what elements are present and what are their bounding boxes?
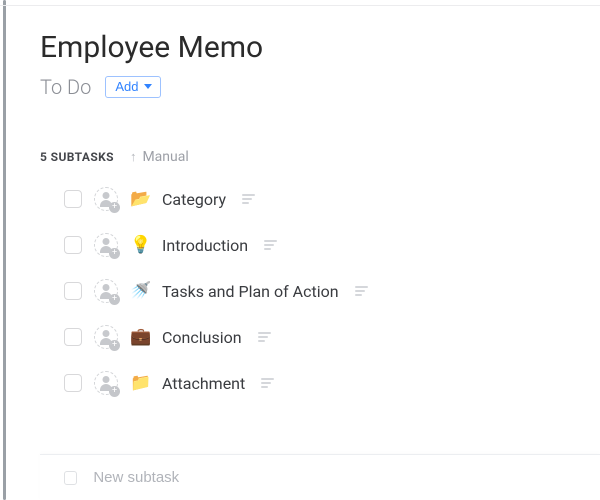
new-subtask-bar[interactable] — [40, 454, 600, 500]
sort-mode-label: Manual — [142, 149, 188, 165]
subtask-title[interactable]: Conclusion — [162, 328, 242, 347]
subtask-row[interactable]: + 💡 Introduction — [64, 233, 576, 257]
folder-icon: 📂 — [130, 189, 150, 209]
plus-icon: + — [109, 294, 120, 305]
description-icon[interactable] — [261, 378, 274, 387]
subtask-checkbox[interactable] — [64, 328, 82, 346]
folder-icon: 📁 — [130, 373, 150, 393]
status-label[interactable]: To Do — [40, 75, 91, 99]
plus-icon: + — [109, 340, 120, 351]
subtask-row[interactable]: + 📁 Attachment — [64, 371, 576, 395]
description-icon[interactable] — [355, 286, 368, 295]
description-icon[interactable] — [242, 194, 255, 203]
subtask-row[interactable]: + 📂 Category — [64, 187, 576, 211]
subtask-checkbox[interactable] — [64, 282, 82, 300]
assign-user-icon[interactable]: + — [94, 233, 118, 257]
subtask-title[interactable]: Introduction — [162, 236, 248, 255]
subtask-row[interactable]: + 🚿 Tasks and Plan of Action — [64, 279, 576, 303]
subtask-title[interactable]: Category — [162, 190, 226, 209]
arrow-up-icon: ↑ — [130, 149, 137, 165]
add-button-label: Add — [115, 79, 138, 94]
subtask-checkbox[interactable] — [64, 190, 82, 208]
add-button[interactable]: Add — [105, 76, 160, 98]
subtask-checkbox[interactable] — [64, 236, 82, 254]
new-subtask-input[interactable] — [93, 469, 576, 486]
subtasks-count: 5 SUBTASKS — [40, 150, 114, 164]
subtask-checkbox[interactable] — [64, 374, 82, 392]
sort-mode-button[interactable]: ↑ Manual — [130, 149, 189, 165]
subtask-title[interactable]: Tasks and Plan of Action — [162, 282, 339, 301]
task-detail-panel: Employee Memo To Do Add 5 SUBTASKS ↑ Man… — [12, 10, 600, 500]
subtask-row[interactable]: + 💼 Conclusion — [64, 325, 576, 349]
assign-user-icon[interactable]: + — [94, 279, 118, 303]
assign-user-icon[interactable]: + — [94, 325, 118, 349]
description-icon[interactable] — [264, 240, 277, 249]
chevron-down-icon — [144, 84, 152, 89]
assign-user-icon[interactable]: + — [94, 187, 118, 211]
new-subtask-checkbox-icon — [64, 471, 77, 485]
plus-icon: + — [109, 202, 120, 213]
assign-user-icon[interactable]: + — [94, 371, 118, 395]
lightbulb-icon: 💡 — [130, 235, 150, 255]
top-divider — [0, 5, 600, 6]
description-icon[interactable] — [258, 332, 271, 341]
subtask-list: + 📂 Category + 💡 Introduction + 🚿 Tasks … — [40, 187, 576, 395]
plus-icon: + — [109, 248, 120, 259]
subtask-title[interactable]: Attachment — [162, 374, 245, 393]
plus-icon: + — [109, 386, 120, 397]
briefcase-icon: 💼 — [130, 327, 150, 347]
left-scroll-indicator — [3, 0, 6, 500]
subtasks-header: 5 SUBTASKS ↑ Manual — [40, 149, 576, 165]
status-row: To Do Add — [40, 75, 576, 99]
shower-icon: 🚿 — [130, 281, 150, 301]
page-title: Employee Memo — [40, 30, 576, 65]
